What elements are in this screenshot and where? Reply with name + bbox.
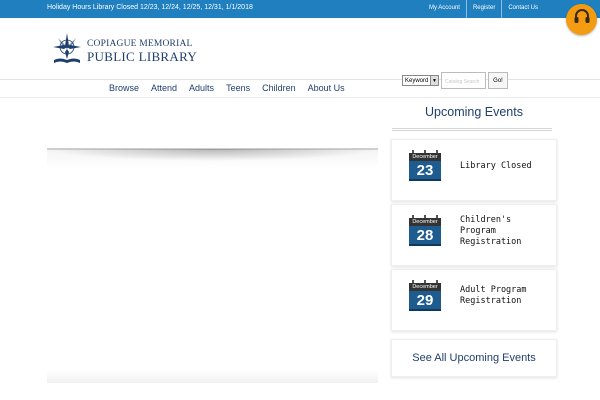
account-links: My Account Register Contact Us bbox=[423, 0, 544, 18]
logo-line-2: PUBLIC LIBRARY bbox=[87, 49, 198, 65]
event-title: Children's Program Registration bbox=[460, 215, 521, 248]
event-title-line: Adult Program bbox=[460, 285, 527, 295]
event-title-line: Children's bbox=[460, 215, 512, 225]
see-all-events-button[interactable]: See All Upcoming Events bbox=[391, 339, 557, 377]
search-type-value: Keyword bbox=[405, 77, 429, 84]
event-day: 28 bbox=[409, 226, 441, 246]
dropdown-arrow-icon: ▼ bbox=[430, 76, 438, 85]
calendar-icon: December 28 bbox=[409, 215, 441, 246]
event-title-line: Program bbox=[460, 226, 496, 236]
nav-browse[interactable]: Browse bbox=[109, 83, 139, 93]
compass-book-icon bbox=[50, 32, 84, 71]
site-header: COPIAGUE MEMORIAL PUBLIC LIBRARY bbox=[0, 18, 600, 80]
event-title-line: Registration bbox=[460, 296, 522, 306]
calendar-icon: December 23 bbox=[409, 150, 441, 181]
catalog-search: Keyword ▼ Catalog Search Go! bbox=[402, 72, 508, 89]
featured-slider[interactable] bbox=[47, 148, 378, 383]
event-card[interactable]: December 29 Adult Program Registration bbox=[391, 269, 557, 331]
events-divider bbox=[392, 128, 552, 131]
register-link[interactable]: Register bbox=[465, 0, 501, 18]
nav-attend[interactable]: Attend bbox=[151, 83, 177, 93]
events-heading: Upcoming Events bbox=[425, 105, 523, 119]
event-month: December bbox=[409, 283, 441, 291]
event-month: December bbox=[409, 218, 441, 226]
search-type-select[interactable]: Keyword ▼ bbox=[402, 75, 439, 86]
event-title: Adult Program Registration bbox=[460, 285, 527, 307]
main-nav: Browse Attend Adults Teens Children Abou… bbox=[109, 83, 357, 93]
logo-line-1: COPIAGUE MEMORIAL bbox=[87, 38, 193, 49]
nav-adults[interactable]: Adults bbox=[189, 83, 214, 93]
event-day: 29 bbox=[409, 291, 441, 311]
event-month: December bbox=[409, 153, 441, 161]
event-card[interactable]: December 23 Library Closed bbox=[391, 139, 557, 201]
library-logo[interactable]: COPIAGUE MEMORIAL PUBLIC LIBRARY bbox=[50, 32, 197, 71]
nav-teens[interactable]: Teens bbox=[226, 83, 250, 93]
event-title-line: Registration bbox=[460, 237, 522, 247]
top-bar: Holiday Hours Library Closed 12/23, 12/2… bbox=[0, 0, 600, 18]
nav-children[interactable]: Children bbox=[262, 83, 296, 93]
logo-wordmark: COPIAGUE MEMORIAL PUBLIC LIBRARY bbox=[87, 38, 198, 65]
event-card[interactable]: December 28 Children's Program Registrat… bbox=[391, 204, 557, 266]
event-title-line: Library Closed bbox=[460, 161, 532, 171]
slider-shadow bbox=[47, 149, 378, 161]
nav-about-us[interactable]: About Us bbox=[308, 83, 345, 93]
event-day: 23 bbox=[409, 161, 441, 181]
event-title: Library Closed bbox=[460, 161, 532, 172]
main-nav-bar: Browse Attend Adults Teens Children Abou… bbox=[0, 80, 600, 98]
calendar-icon: December 29 bbox=[409, 280, 441, 311]
help-button[interactable] bbox=[566, 4, 597, 35]
contact-us-link[interactable]: Contact Us bbox=[501, 0, 544, 18]
holiday-notice: Holiday Hours Library Closed 12/23, 12/2… bbox=[47, 4, 253, 11]
headset-icon bbox=[572, 7, 592, 32]
catalog-search-input[interactable]: Catalog Search bbox=[441, 72, 486, 89]
search-go-button[interactable]: Go! bbox=[488, 72, 508, 89]
my-account-link[interactable]: My Account bbox=[423, 0, 466, 18]
